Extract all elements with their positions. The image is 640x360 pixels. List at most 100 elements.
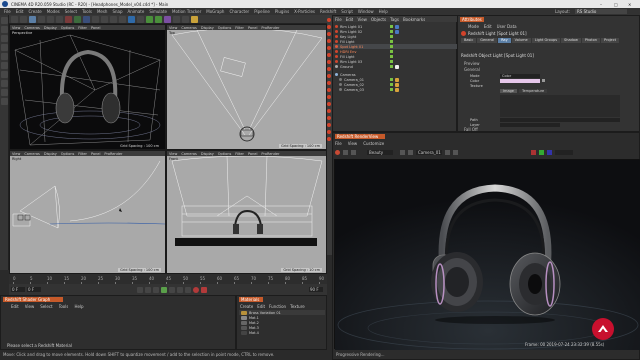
- sg-menu-select[interactable]: Select: [40, 304, 52, 309]
- sg-menu-tools[interactable]: Tools: [59, 304, 69, 309]
- mat-menu-texture[interactable]: Texture: [290, 304, 305, 309]
- close-button[interactable]: ✕: [628, 2, 631, 7]
- camera-icon[interactable]: [182, 16, 189, 23]
- menu-item[interactable]: Window: [358, 9, 374, 14]
- autokey-icon[interactable]: [201, 286, 207, 293]
- menu-item[interactable]: Modes: [47, 9, 60, 14]
- next-frame-icon[interactable]: [169, 286, 175, 293]
- y-axis-icon[interactable]: [74, 16, 81, 23]
- next-key-icon[interactable]: [177, 286, 183, 293]
- timeline[interactable]: 0 5 10 15 20 25 30 35 40 45 50 55 60 65 70 75 80 85 90: [9, 274, 327, 284]
- render-stop-icon[interactable]: [343, 149, 348, 155]
- menu-item[interactable]: Edit: [16, 9, 24, 14]
- menu-item[interactable]: Simulate: [149, 9, 167, 14]
- visible-check-icon[interactable]: [390, 65, 393, 68]
- vp-menu-options[interactable]: Options: [218, 26, 232, 30]
- go-start-icon[interactable]: [137, 286, 143, 293]
- render-settings-icon[interactable]: [119, 16, 126, 23]
- menu-item[interactable]: Motion Tracker: [172, 9, 201, 14]
- material-item[interactable]: Mat.4: [239, 330, 325, 335]
- sg-menu-view[interactable]: View: [25, 304, 35, 309]
- vp-menu-prorender[interactable]: ProRender: [104, 152, 122, 156]
- camera-dropdown[interactable]: Camera_01: [416, 149, 442, 155]
- cube-icon[interactable]: [128, 16, 135, 23]
- play-icon[interactable]: [161, 286, 167, 293]
- rs-light-icon[interactable]: [327, 46, 331, 50]
- rs-tag-icon[interactable]: [395, 29, 399, 34]
- menu-item[interactable]: Tools: [82, 9, 92, 14]
- temperature-button[interactable]: Temperature: [518, 88, 548, 93]
- attr-menu-mode[interactable]: Mode: [468, 24, 479, 29]
- tab-basic[interactable]: Basic: [461, 38, 477, 43]
- rs-light-icon[interactable]: [327, 109, 331, 113]
- tab-project[interactable]: Project: [601, 38, 620, 43]
- rs-light-icon[interactable]: [327, 67, 331, 71]
- live-select-icon[interactable]: [29, 16, 36, 23]
- tab-shadow[interactable]: Shadow: [561, 38, 581, 43]
- mode-dropdown[interactable]: Color: [500, 73, 540, 78]
- visible-check-icon[interactable]: [390, 35, 393, 38]
- vp-menu-panel[interactable]: Panel: [248, 152, 257, 156]
- vp-menu-filter[interactable]: Filter: [78, 152, 87, 156]
- vp-menu-cameras[interactable]: Cameras: [181, 26, 197, 30]
- vp-menu-panel[interactable]: Panel: [91, 26, 100, 30]
- menu-item[interactable]: Script: [341, 9, 353, 14]
- pen-icon[interactable]: [137, 16, 144, 23]
- om-menu-edit[interactable]: Edit: [346, 17, 354, 22]
- rv-menu-file[interactable]: File: [335, 141, 342, 146]
- camera-tag-icon[interactable]: [395, 82, 399, 87]
- mat-menu-edit[interactable]: Edit: [257, 304, 265, 309]
- visible-check-icon[interactable]: [390, 50, 393, 53]
- vp-menu-view[interactable]: View: [169, 152, 177, 156]
- color-swatch[interactable]: [500, 78, 540, 83]
- camera-tag-icon[interactable]: [395, 77, 399, 82]
- vp-menu-filter[interactable]: Filter: [235, 26, 244, 30]
- beauty-dropdown[interactable]: Beauty: [367, 149, 393, 155]
- light-icon[interactable]: [191, 16, 198, 23]
- visible-check-icon[interactable]: [390, 40, 393, 43]
- crop-icon[interactable]: [445, 149, 450, 155]
- sg-menu-help[interactable]: Help: [74, 304, 83, 309]
- pick-icon[interactable]: [453, 149, 458, 155]
- menu-item[interactable]: Select: [65, 9, 77, 14]
- object-row[interactable]: Camera_03: [333, 87, 458, 92]
- rotate-icon[interactable]: [56, 16, 63, 23]
- mat-menu-function[interactable]: Function: [269, 304, 286, 309]
- rs-light-icon[interactable]: [327, 137, 331, 141]
- rs-light-icon[interactable]: [327, 25, 331, 29]
- vp-menu-display[interactable]: Display: [201, 152, 214, 156]
- undo-icon[interactable]: [11, 16, 18, 23]
- vp-menu-filter[interactable]: Filter: [235, 152, 244, 156]
- rv-menu-view[interactable]: View: [348, 141, 358, 146]
- visible-check-icon[interactable]: [390, 55, 393, 58]
- rs-light-icon[interactable]: [327, 60, 331, 64]
- lock-icon[interactable]: [400, 149, 405, 155]
- rs-light-icon[interactable]: [327, 53, 331, 57]
- visible-check-icon[interactable]: [390, 83, 393, 86]
- rgb-icon[interactable]: [547, 149, 552, 155]
- mat-menu-create[interactable]: Create: [240, 304, 253, 309]
- save-image-icon[interactable]: [351, 149, 356, 155]
- vp-menu-view[interactable]: View: [169, 26, 177, 30]
- vp-menu-cameras[interactable]: Cameras: [24, 26, 40, 30]
- tab-general[interactable]: General: [477, 38, 498, 43]
- menu-item[interactable]: Help: [379, 9, 388, 14]
- rs-tag-icon[interactable]: [395, 24, 399, 29]
- vp-menu-options[interactable]: Options: [218, 152, 232, 156]
- rs-light-icon[interactable]: [327, 81, 331, 85]
- axis-mode-icon[interactable]: [1, 80, 8, 87]
- subdivision-icon[interactable]: [146, 16, 153, 23]
- z-axis-icon[interactable]: [83, 16, 90, 23]
- x-axis-icon[interactable]: [65, 16, 72, 23]
- visible-check-icon[interactable]: [390, 60, 393, 63]
- vp-menu-display[interactable]: Display: [44, 152, 57, 156]
- scale-icon[interactable]: [47, 16, 54, 23]
- attr-menu-edit[interactable]: Edit: [484, 24, 492, 29]
- vp-menu-prorender[interactable]: ProRender: [261, 26, 279, 30]
- menu-item[interactable]: X-Particles: [294, 9, 315, 14]
- model-mode-icon[interactable]: [1, 26, 8, 33]
- floor-icon[interactable]: [173, 16, 180, 23]
- viewport-front[interactable]: View Cameras Display Options Filter Pane…: [166, 150, 327, 274]
- attr-menu-userdata[interactable]: User Data: [497, 24, 517, 29]
- prev-frame-icon[interactable]: [153, 286, 159, 293]
